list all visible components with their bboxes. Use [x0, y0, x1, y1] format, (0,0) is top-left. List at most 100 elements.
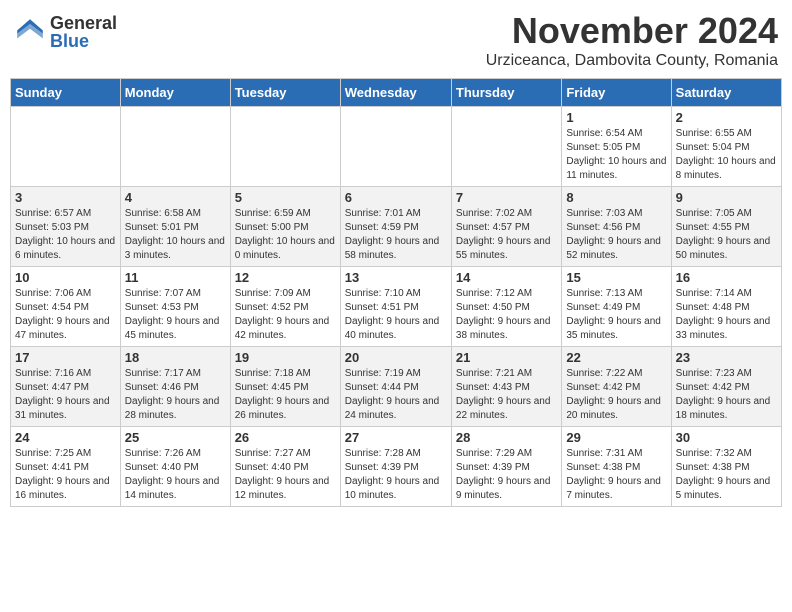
calendar-cell: 19 Sunrise: 7:18 AM Sunset: 4:45 PM Dayli… [230, 347, 340, 427]
weekday-header: Sunday [11, 79, 121, 107]
day-info: Sunrise: 7:22 AM Sunset: 4:42 PM Dayligh… [566, 367, 666, 423]
day-number: 8 [566, 190, 666, 205]
logo-general: General [50, 14, 117, 32]
calendar-cell: 9 Sunrise: 7:05 AM Sunset: 4:55 PM Daylig… [671, 187, 781, 267]
day-info: Sunrise: 7:23 AM Sunset: 4:42 PM Dayligh… [676, 367, 777, 423]
day-info: Sunrise: 6:58 AM Sunset: 5:01 PM Dayligh… [125, 207, 226, 263]
month-title: November 2024 [486, 10, 778, 52]
day-info: Sunrise: 7:27 AM Sunset: 4:40 PM Dayligh… [235, 447, 336, 503]
day-number: 2 [676, 110, 777, 125]
calendar-cell: 18Sunrise: 7:17 AM Sunset: 4:46 PM Dayli… [120, 347, 230, 427]
day-number: 19 [235, 350, 336, 365]
day-info: Sunrise: 7:25 AM Sunset: 4:41 PM Dayligh… [15, 447, 116, 503]
calendar-cell: 12Sunrise: 7:09 AM Sunset: 4:52 PM Dayli… [230, 267, 340, 347]
day-info: Sunrise: 7:18 AM Sunset: 4:45 PM Dayligh… [235, 367, 336, 423]
day-info: Sunrise: 7:05 AM Sunset: 4:55 PM Dayligh… [676, 207, 777, 263]
weekday-header: Saturday [671, 79, 781, 107]
calendar-cell: 15 Sunrise: 7:13 AM Sunset: 4:49 PM Dayli… [562, 267, 671, 347]
day-info: Sunrise: 7:21 AM Sunset: 4:43 PM Dayligh… [456, 367, 557, 423]
day-number: 18 [125, 350, 226, 365]
day-info: Sunrise: 7:12 AM Sunset: 4:50 PM Dayligh… [456, 287, 557, 343]
day-info: Sunrise: 7:31 AM Sunset: 4:38 PM Dayligh… [566, 447, 666, 503]
day-info: Sunrise: 7:32 AM Sunset: 4:38 PM Dayligh… [676, 447, 777, 503]
day-number: 13 [345, 270, 447, 285]
day-info: Sunrise: 7:06 AM Sunset: 4:54 PM Dayligh… [15, 287, 116, 343]
day-info: Sunrise: 6:59 AM Sunset: 5:00 PM Dayligh… [235, 207, 336, 263]
day-number: 5 [235, 190, 336, 205]
calendar-header-row: SundayMondayTuesdayWednesdayThursdayFrid… [11, 79, 782, 107]
calendar-cell: 7Sunrise: 7:02 AM Sunset: 4:57 PM Daylig… [451, 187, 561, 267]
day-number: 9 [676, 190, 777, 205]
calendar-cell: 26 Sunrise: 7:27 AM Sunset: 4:40 PM Dayli… [230, 427, 340, 507]
day-info: Sunrise: 7:19 AM Sunset: 4:44 PM Dayligh… [345, 367, 447, 423]
logo-text: General Blue [50, 14, 117, 50]
calendar-cell: 8 Sunrise: 7:03 AM Sunset: 4:56 PM Daylig… [562, 187, 671, 267]
day-info: Sunrise: 6:55 AM Sunset: 5:04 PM Dayligh… [676, 127, 777, 183]
calendar-cell: 6 Sunrise: 7:01 AM Sunset: 4:59 PM Daylig… [340, 187, 451, 267]
day-info: Sunrise: 7:10 AM Sunset: 4:51 PM Dayligh… [345, 287, 447, 343]
day-number: 25 [125, 430, 226, 445]
day-info: Sunrise: 6:57 AM Sunset: 5:03 PM Dayligh… [15, 207, 116, 263]
calendar-week-row: 10 Sunrise: 7:06 AM Sunset: 4:54 PM Dayli… [11, 267, 782, 347]
weekday-header: Friday [562, 79, 671, 107]
calendar-cell: 22Sunrise: 7:22 AM Sunset: 4:42 PM Dayli… [562, 347, 671, 427]
calendar-cell: 10 Sunrise: 7:06 AM Sunset: 4:54 PM Dayli… [11, 267, 121, 347]
weekday-header: Tuesday [230, 79, 340, 107]
page-header: General Blue November 2024 Urziceanca, D… [10, 10, 782, 70]
day-number: 1 [566, 110, 666, 125]
calendar-cell: 17 Sunrise: 7:16 AM Sunset: 4:47 PM Dayli… [11, 347, 121, 427]
calendar-cell: 21 Sunrise: 7:21 AM Sunset: 4:43 PM Dayli… [451, 347, 561, 427]
day-info: Sunrise: 6:54 AM Sunset: 5:05 PM Dayligh… [566, 127, 666, 183]
day-number: 3 [15, 190, 116, 205]
weekday-header: Wednesday [340, 79, 451, 107]
location-subtitle: Urziceanca, Dambovita County, Romania [486, 52, 778, 70]
logo-icon [14, 16, 46, 48]
day-info: Sunrise: 7:28 AM Sunset: 4:39 PM Dayligh… [345, 447, 447, 503]
weekday-header: Monday [120, 79, 230, 107]
day-number: 10 [15, 270, 116, 285]
day-number: 21 [456, 350, 557, 365]
calendar-week-row: 24Sunrise: 7:25 AM Sunset: 4:41 PM Dayli… [11, 427, 782, 507]
day-number: 12 [235, 270, 336, 285]
calendar-cell [11, 107, 121, 187]
calendar-cell: 2 Sunrise: 6:55 AM Sunset: 5:04 PM Daylig… [671, 107, 781, 187]
calendar-cell [120, 107, 230, 187]
day-number: 29 [566, 430, 666, 445]
day-number: 30 [676, 430, 777, 445]
calendar-cell [230, 107, 340, 187]
calendar-cell: 11 Sunrise: 7:07 AM Sunset: 4:53 PM Dayli… [120, 267, 230, 347]
day-number: 4 [125, 190, 226, 205]
day-number: 6 [345, 190, 447, 205]
calendar-cell: 20 Sunrise: 7:19 AM Sunset: 4:44 PM Dayli… [340, 347, 451, 427]
day-info: Sunrise: 7:16 AM Sunset: 4:47 PM Dayligh… [15, 367, 116, 423]
day-number: 28 [456, 430, 557, 445]
day-info: Sunrise: 7:03 AM Sunset: 4:56 PM Dayligh… [566, 207, 666, 263]
calendar-cell: 27Sunrise: 7:28 AM Sunset: 4:39 PM Dayli… [340, 427, 451, 507]
calendar-cell: 14 Sunrise: 7:12 AM Sunset: 4:50 PM Dayli… [451, 267, 561, 347]
day-number: 16 [676, 270, 777, 285]
calendar-cell: 29 Sunrise: 7:31 AM Sunset: 4:38 PM Dayli… [562, 427, 671, 507]
calendar-cell: 23Sunrise: 7:23 AM Sunset: 4:42 PM Dayli… [671, 347, 781, 427]
title-block: November 2024 Urziceanca, Dambovita Coun… [486, 10, 778, 70]
calendar-week-row: 1 Sunrise: 6:54 AM Sunset: 5:05 PM Daylig… [11, 107, 782, 187]
calendar-cell [340, 107, 451, 187]
day-info: Sunrise: 7:01 AM Sunset: 4:59 PM Dayligh… [345, 207, 447, 263]
day-number: 17 [15, 350, 116, 365]
logo-blue: Blue [50, 32, 117, 50]
day-number: 14 [456, 270, 557, 285]
day-number: 15 [566, 270, 666, 285]
day-number: 11 [125, 270, 226, 285]
calendar-cell [451, 107, 561, 187]
calendar-table: SundayMondayTuesdayWednesdayThursdayFrid… [10, 78, 782, 507]
day-info: Sunrise: 7:14 AM Sunset: 4:48 PM Dayligh… [676, 287, 777, 343]
day-info: Sunrise: 7:07 AM Sunset: 4:53 PM Dayligh… [125, 287, 226, 343]
day-number: 26 [235, 430, 336, 445]
calendar-cell: 25Sunrise: 7:26 AM Sunset: 4:40 PM Dayli… [120, 427, 230, 507]
day-info: Sunrise: 7:13 AM Sunset: 4:49 PM Dayligh… [566, 287, 666, 343]
day-number: 20 [345, 350, 447, 365]
calendar-week-row: 17 Sunrise: 7:16 AM Sunset: 4:47 PM Dayli… [11, 347, 782, 427]
calendar-cell: 5 Sunrise: 6:59 AM Sunset: 5:00 PM Daylig… [230, 187, 340, 267]
calendar-cell: 24Sunrise: 7:25 AM Sunset: 4:41 PM Dayli… [11, 427, 121, 507]
calendar-cell: 1 Sunrise: 6:54 AM Sunset: 5:05 PM Daylig… [562, 107, 671, 187]
weekday-header: Thursday [451, 79, 561, 107]
